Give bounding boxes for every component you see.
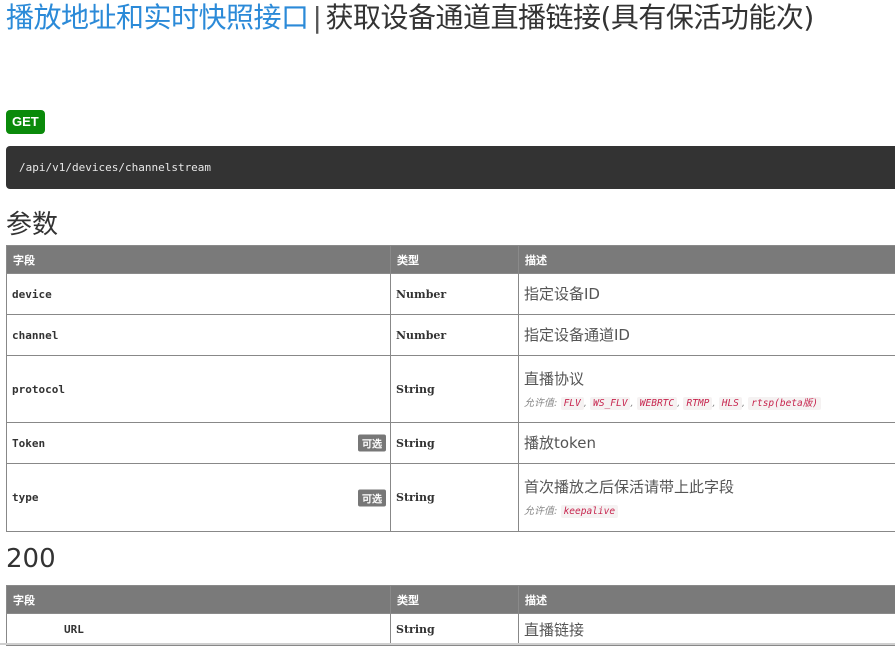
column-header-desc: 描述	[519, 586, 895, 614]
field-type: String	[391, 356, 519, 423]
field-name-cell: Token 可选	[7, 423, 391, 464]
table-row: channel Number 指定设备通道ID	[7, 315, 895, 356]
field-desc: 播放token	[524, 434, 895, 452]
column-header-desc: 描述	[519, 246, 895, 274]
field-desc: 指定设备ID	[524, 285, 895, 303]
field-desc: 直播链接	[524, 621, 895, 639]
params-header-row: 字段 类型 描述	[7, 246, 895, 274]
table-row: device Number 指定设备ID	[7, 274, 895, 315]
field-type: String	[391, 464, 519, 532]
table-row: type 可选 String 首次播放之后保活请带上此字段 允许值: keepa…	[7, 464, 895, 532]
column-header-type: 类型	[391, 586, 519, 614]
allowed-value: WS_FLV	[590, 397, 630, 410]
field-desc: 指定设备通道ID	[524, 326, 895, 344]
field-name: type	[12, 491, 39, 504]
column-header-field: 字段	[7, 586, 391, 614]
allowed-label: 允许值:	[524, 398, 557, 409]
allowed-values: 允许值: FLV, WS_FLV, WEBRTC, RTMP, HLS, rts…	[524, 394, 895, 409]
field-type: String	[391, 423, 519, 464]
allowed-value: FLV	[561, 397, 584, 410]
field-desc-cell: 首次播放之后保活请带上此字段 允许值: keepalive	[519, 464, 895, 532]
http-method-badge: GET	[6, 110, 45, 134]
field-desc-cell: 指定设备ID	[519, 274, 895, 315]
allowed-value: rtsp(beta版)	[748, 397, 821, 410]
field-name: device	[7, 274, 391, 315]
column-header-type: 类型	[391, 246, 519, 274]
params-heading: 参数	[6, 204, 58, 241]
field-desc: 直播协议	[524, 370, 895, 388]
table-row: protocol String 直播协议 允许值: FLV, WS_FLV, W…	[7, 356, 895, 423]
column-header-field: 字段	[7, 246, 391, 274]
page-title: 播放地址和实时快照接口|获取设备通道直播链接(具有保活功能次)	[6, 0, 895, 36]
optional-badge: 可选	[358, 489, 386, 506]
allowed-value: RTMP	[683, 397, 712, 410]
field-name: channel	[7, 315, 391, 356]
response-heading: 200	[6, 544, 56, 574]
api-name: 获取设备通道直播链接(具有保活功能次)	[325, 1, 813, 34]
response-header-row: 字段 类型 描述	[7, 586, 895, 614]
field-name: Token	[12, 437, 45, 450]
table-row: Token 可选 String 播放token	[7, 423, 895, 464]
allowed-label: 允许值:	[524, 506, 557, 517]
field-desc: 首次播放之后保活请带上此字段	[524, 478, 895, 496]
field-type: String	[391, 614, 519, 646]
field-desc-cell: 直播链接	[519, 614, 895, 646]
field-desc-cell: 指定设备通道ID	[519, 315, 895, 356]
allowed-values: 允许值: keepalive	[524, 502, 895, 517]
optional-badge: 可选	[358, 435, 386, 452]
response-table: 字段 类型 描述 URL String 直播链接	[6, 585, 895, 646]
field-type: Number	[391, 315, 519, 356]
endpoint-url: /api/v1/devices/channelstream	[6, 146, 895, 189]
field-desc-cell: 播放token	[519, 423, 895, 464]
field-name: protocol	[7, 356, 391, 423]
field-name-cell: type 可选	[7, 464, 391, 532]
api-group-link[interactable]: 播放地址和实时快照接口	[6, 1, 309, 34]
field-name: URL	[7, 614, 391, 646]
field-type: Number	[391, 274, 519, 315]
allowed-value: keepalive	[561, 505, 618, 518]
title-separator: |	[313, 1, 322, 34]
api-doc-page: 播放地址和实时快照接口|获取设备通道直播链接(具有保活功能次) GET /api…	[0, 0, 895, 645]
table-row: URL String 直播链接	[7, 614, 895, 646]
field-desc-cell: 直播协议 允许值: FLV, WS_FLV, WEBRTC, RTMP, HLS…	[519, 356, 895, 423]
allowed-value: HLS	[719, 397, 742, 410]
params-table: 字段 类型 描述 device Number 指定设备ID channel Nu…	[6, 245, 895, 532]
allowed-value: WEBRTC	[637, 397, 677, 410]
